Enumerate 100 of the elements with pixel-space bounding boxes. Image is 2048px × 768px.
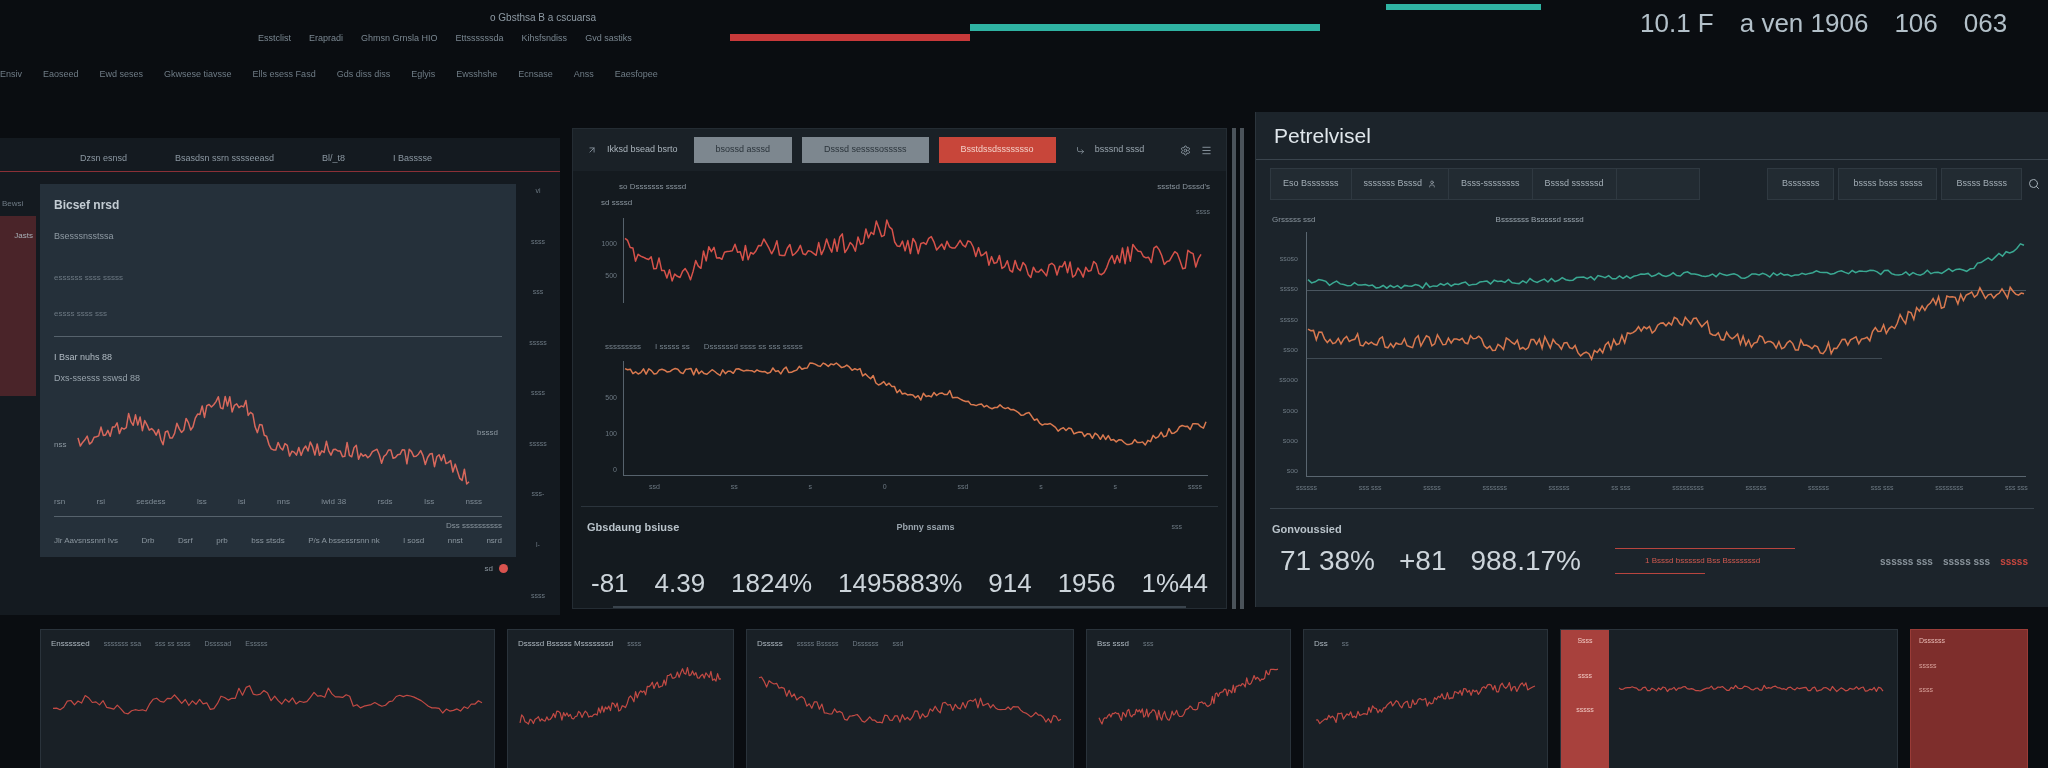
search-icon[interactable] <box>2028 178 2040 190</box>
chart-title: Bsssssss Bsssssd ssssd <box>1495 214 1584 226</box>
header-item[interactable]: I Basssse <box>393 151 433 165</box>
alert-text: 1 Bsssd bsssssd Bss Bsssssssd <box>1644 555 1762 567</box>
arrow-icon <box>587 145 597 155</box>
menu-item[interactable]: Eglyis <box>411 67 436 81</box>
filter-tab[interactable]: Bsssd ssssssd <box>1532 169 1617 199</box>
footer-item: Dsrf <box>178 534 193 547</box>
footer-item: P/s A bssessrsnn nk <box>308 534 380 547</box>
footer-item: nnst <box>447 534 463 547</box>
tab[interactable]: Bsstdssdssssssso <box>938 137 1056 163</box>
footer-item: nsrd <box>486 534 502 547</box>
panel-title: Dzsn esnsd <box>80 151 128 165</box>
header-item[interactable]: Bl/_t8 <box>322 151 346 165</box>
tab[interactable]: bsossd asssd <box>693 137 793 163</box>
axis-label: sesdess <box>136 495 166 508</box>
summary-subtitle: Pbnny ssams <box>896 520 955 534</box>
card-title: Dss <box>1314 638 1328 650</box>
person-icon <box>1428 180 1437 188</box>
stat-value: 4.39 <box>654 569 706 596</box>
settings-icon[interactable] <box>1180 144 1191 156</box>
axis-label: Iss <box>423 495 435 508</box>
stat-value: 1%44 <box>1141 569 1208 596</box>
menu-item[interactable]: Ettssssssda <box>455 32 504 46</box>
stat-value: -81 <box>591 569 629 596</box>
chart-caption: Grsssss ssd <box>1272 214 1316 226</box>
menu-item[interactable]: Gds diss diss <box>336 67 391 81</box>
stat-value: 914 <box>988 569 1032 596</box>
header-item[interactable]: Bsasdsn ssrn sssseeasd <box>175 151 275 165</box>
stat-value: 1956 <box>1057 569 1116 596</box>
tab[interactable]: Dsssd sessssosssss <box>802 137 929 163</box>
menu-item[interactable]: Esstclist <box>258 32 291 46</box>
toolbar-button[interactable]: bssss bsss sssss <box>1838 168 1938 200</box>
chart-caption: sssssssss <box>605 340 641 353</box>
toolbar-title: Ikksd bsead bsrto <box>607 143 678 157</box>
axis-label: isi <box>238 495 246 508</box>
status-text: sd <box>484 562 493 575</box>
card-title: Ensssssed <box>51 638 90 650</box>
axis-label: lss <box>196 495 207 508</box>
menu-item[interactable]: Ells esess Fasd <box>252 67 316 81</box>
menu-item[interactable]: Eaoseed <box>43 67 79 81</box>
card-title: Dssssd Bsssss Msssssssd <box>518 638 614 650</box>
menu-item[interactable]: Eaesfopee <box>614 67 658 81</box>
card-title: Dsssss <box>757 638 783 650</box>
panel-title: Petrelvisel <box>1274 122 1371 149</box>
axis-label: rsi <box>96 495 105 508</box>
filter-tab[interactable]: Eso Bsssssss <box>1271 169 1352 199</box>
toolbar-button[interactable]: Bssss Bssss <box>1941 168 2022 200</box>
menu-item[interactable]: Erapradi <box>309 32 344 46</box>
footer-note: Dss ssssssssss <box>446 519 502 532</box>
stat-value: 1824% <box>731 569 813 596</box>
footer-item: prb <box>216 534 228 547</box>
toolbar-label[interactable]: bsssnd sssd <box>1094 143 1145 157</box>
menu-icon[interactable] <box>1201 144 1212 156</box>
axis-label: nns <box>277 495 290 508</box>
axis-label: nsss <box>465 495 482 508</box>
tag-label: ssssss sss <box>1880 554 1933 569</box>
stat-value: +81 <box>1398 547 1447 575</box>
chart-note: ssstsd Dsssd's <box>1157 181 1210 193</box>
sidebar-label: Bewsi <box>1 198 25 210</box>
chart-label: Bsesssnsstssa <box>54 230 115 243</box>
readout-value: a ven 1906 <box>1739 10 1869 36</box>
chart-unit: sd ssssd <box>600 197 633 209</box>
axis-label: iwid 38 <box>321 495 347 508</box>
filter-tab[interactable]: sssssss Bsssd <box>1351 169 1450 199</box>
chart-caption: Dssssssd ssss ss sss sssss <box>703 340 803 353</box>
header-caption: o Gbsthsa B a cscuarsa <box>490 11 597 24</box>
chart-caption: Dxs-ssesss sswsd 88 <box>54 372 142 385</box>
tag-label: sssss sss <box>1942 554 1991 569</box>
summary-title: Gonvoussied <box>1272 521 1342 537</box>
stat-value: 988.17% <box>1470 547 1581 575</box>
readout-value: 063 <box>1963 10 2008 36</box>
menu-item[interactable]: Kihsfsndiss <box>521 32 568 46</box>
toolbar-button[interactable]: Bsssssss <box>1766 168 1835 200</box>
tag-label: sssss <box>2000 554 2028 569</box>
menu-item[interactable]: Ewsshshe <box>456 67 498 81</box>
menu-item[interactable]: Ecnsase <box>518 67 553 81</box>
stat-value: 1495883% <box>838 569 963 596</box>
summary-title: Gbsdaung bsiuse <box>587 520 680 535</box>
footer-item: Drb <box>141 534 155 547</box>
footer-item: bss stsds <box>251 534 285 547</box>
footer-item: Jlr Aavsnssnnt Ivs <box>54 534 119 547</box>
readout-value: 106 <box>1894 10 1938 36</box>
axis-label: rsn <box>54 495 66 508</box>
axis-label: nss <box>54 439 67 449</box>
axis-label: rsds <box>377 495 393 508</box>
menu-item[interactable]: Ewd seses <box>99 67 144 81</box>
corner-arrow-icon <box>1075 145 1085 155</box>
sidebar-label: Jasts <box>14 230 33 242</box>
menu-item[interactable]: Anss <box>573 67 594 81</box>
filter-tab[interactable]: Bsss-ssssssss <box>1449 169 1533 199</box>
chart-title: Bicsef nrsd <box>54 197 121 214</box>
menu-item[interactable]: Ensiv <box>0 67 22 81</box>
card-title: Bss sssd <box>1097 638 1129 650</box>
menu-item[interactable]: Ghmsn Grnsla HIO <box>361 32 438 46</box>
menu-item[interactable]: Gkwsese tiavsse <box>164 67 232 81</box>
stat-value: 71 38% <box>1280 547 1375 575</box>
chart-title: I Bsar nuhs 88 <box>54 350 114 364</box>
menu-item[interactable]: Gvd sastiks <box>585 32 632 46</box>
chart-caption: so Dsssssss ssssd <box>618 181 687 193</box>
